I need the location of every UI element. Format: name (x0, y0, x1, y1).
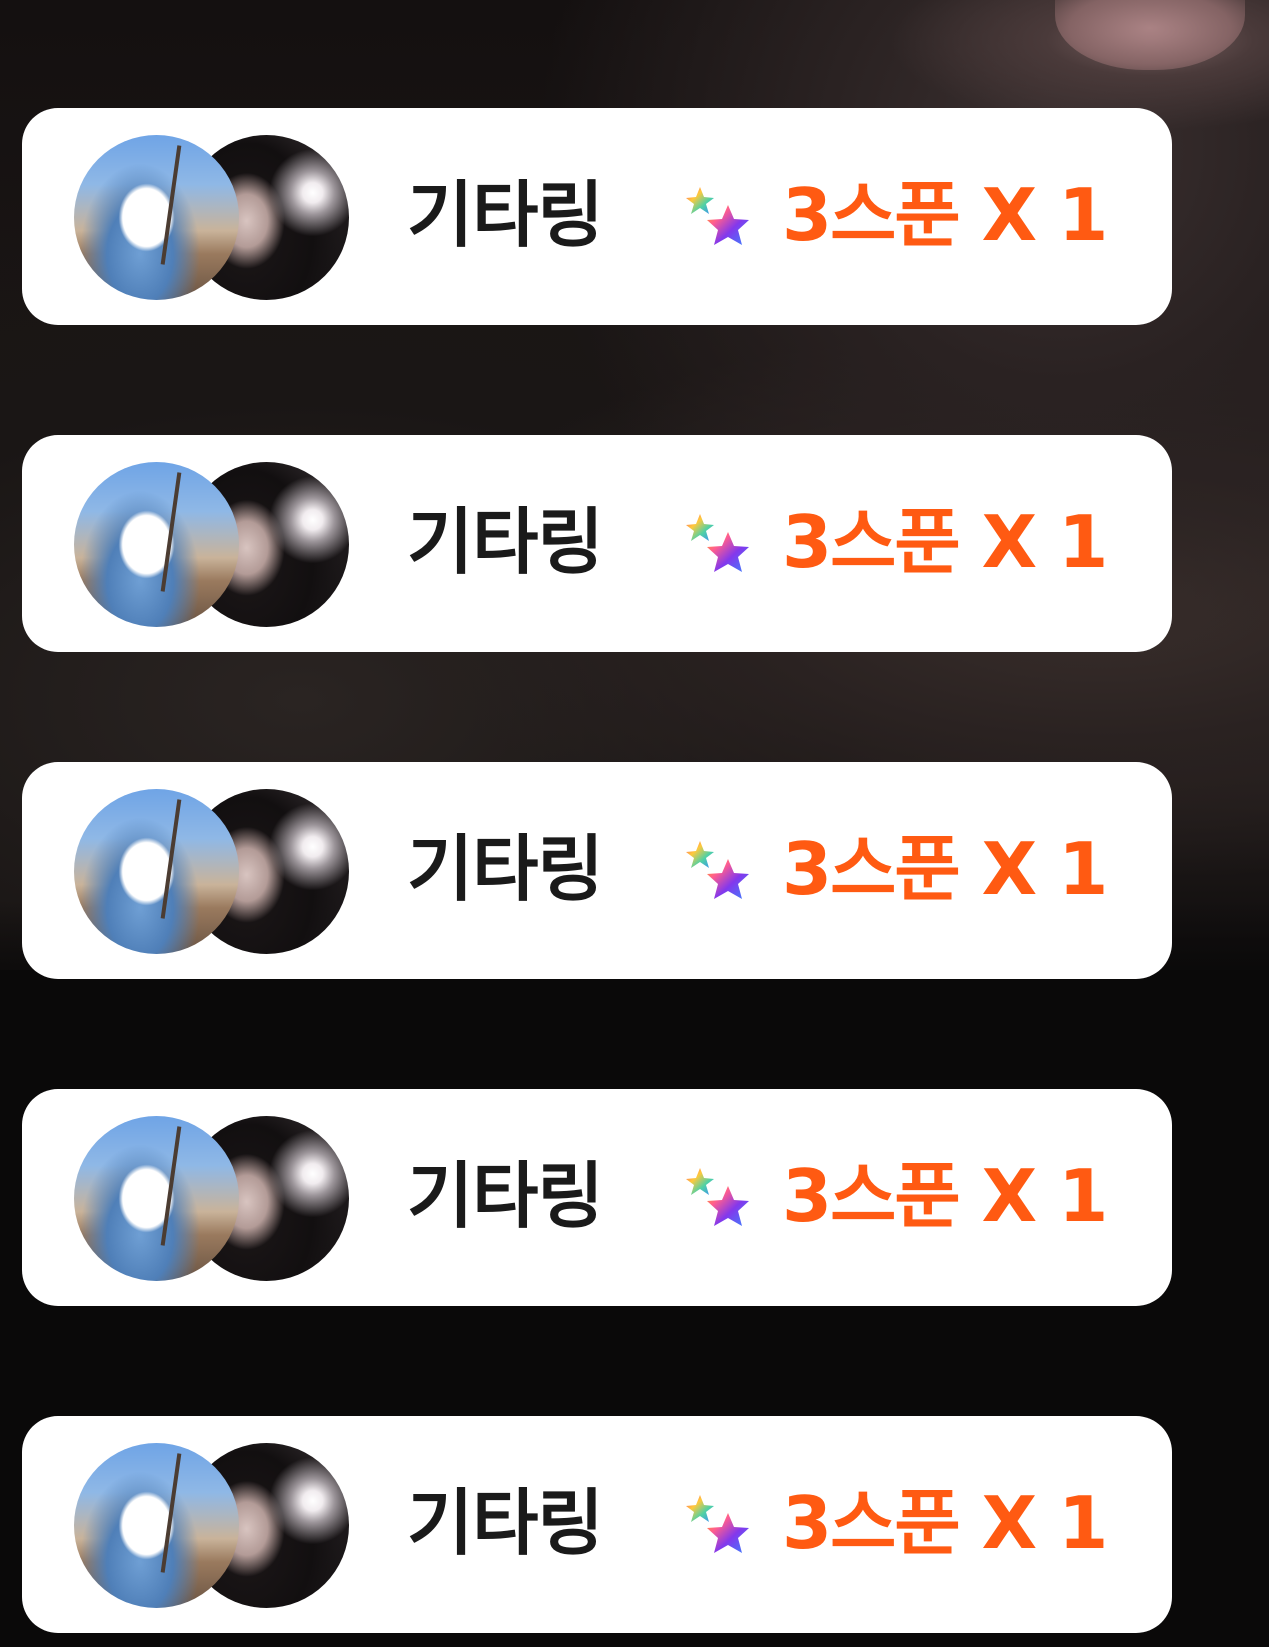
gift-multiplier: X 1 (981, 1154, 1109, 1238)
gift-label: 3스푼 X 1 (782, 1478, 1109, 1568)
gift-notification-card[interactable]: 기타링 3스푼 X 1 (22, 108, 1172, 325)
avatar-pair (74, 1116, 349, 1281)
sender-avatar[interactable] (74, 135, 239, 300)
rainbow-stars-icon (686, 1168, 749, 1226)
gift-label: 3스푼 X 1 (782, 497, 1109, 587)
avatar-pair (74, 135, 349, 300)
sender-avatar[interactable] (74, 1116, 239, 1281)
gift-multiplier: X 1 (981, 1481, 1109, 1565)
gift-name: 3스푼 (782, 1481, 961, 1565)
gift-multiplier: X 1 (981, 827, 1109, 911)
sender-name[interactable]: 기타링 (407, 170, 604, 260)
gift-notification-card[interactable]: 기타링 3스푼 X 1 (22, 1089, 1172, 1306)
gift-notification-card[interactable]: 기타링 3스푼 X 1 (22, 435, 1172, 652)
gift-notification-card[interactable]: 기타링 3스푼 X 1 (22, 1416, 1172, 1633)
sender-name[interactable]: 기타링 (407, 824, 604, 914)
sender-avatar[interactable] (74, 462, 239, 627)
gift-multiplier: X 1 (981, 173, 1109, 257)
rainbow-stars-icon (686, 187, 749, 245)
rainbow-stars-icon (686, 1495, 749, 1553)
sender-name[interactable]: 기타링 (407, 1478, 604, 1568)
gift-name: 3스푼 (782, 173, 961, 257)
gift-label: 3스푼 X 1 (782, 170, 1109, 260)
rainbow-stars-icon (686, 841, 749, 899)
sender-name[interactable]: 기타링 (407, 1151, 604, 1241)
sender-avatar[interactable] (74, 789, 239, 954)
sender-avatar[interactable] (74, 1443, 239, 1608)
sender-name[interactable]: 기타링 (407, 497, 604, 587)
gift-label: 3스푼 X 1 (782, 1151, 1109, 1241)
gift-name: 3스푼 (782, 827, 961, 911)
gift-multiplier: X 1 (981, 500, 1109, 584)
gift-label: 3스푼 X 1 (782, 824, 1109, 914)
avatar-pair (74, 462, 349, 627)
avatar-pair (74, 789, 349, 954)
avatar-pair (74, 1443, 349, 1608)
gift-name: 3스푼 (782, 1154, 961, 1238)
rainbow-stars-icon (686, 514, 749, 572)
gift-name: 3스푼 (782, 500, 961, 584)
gift-notification-card[interactable]: 기타링 3스푼 X 1 (22, 762, 1172, 979)
gift-notification-list: 기타링 3스푼 X 1 기타링 3스푼 X 1 기타링 3스푼 X 1 기타링 … (22, 108, 1172, 1633)
